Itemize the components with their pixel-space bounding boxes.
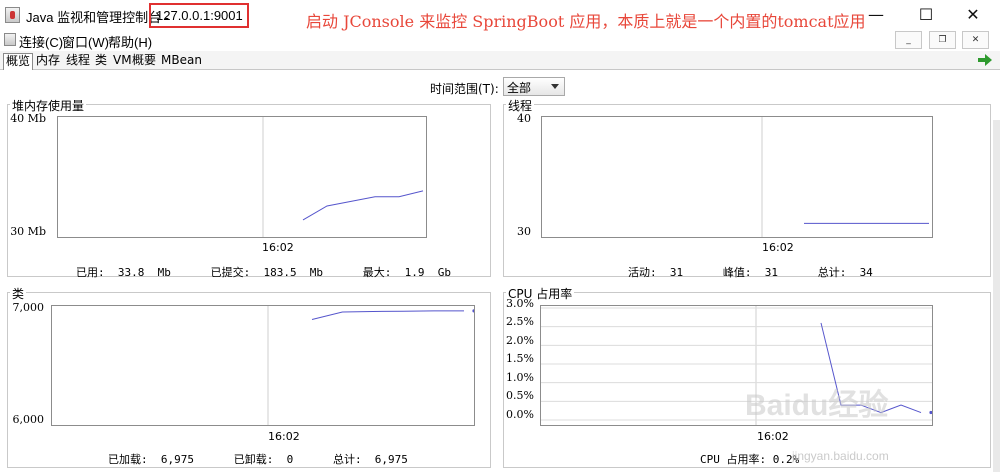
- classes-title: 类: [10, 285, 27, 302]
- heap-y-min-label: 30 Mb: [10, 225, 46, 238]
- window-title: Java 监视和管理控制台 -: [26, 10, 170, 25]
- tab-overview[interactable]: 概览: [3, 53, 34, 70]
- tab-bar: 概览 内存 线程 类 VM 概要 MBean: [0, 51, 1000, 70]
- cpu-y-tick-6: 0.0%: [506, 408, 534, 421]
- tab-memory[interactable]: 内存: [34, 53, 62, 70]
- internal-minimize-button[interactable]: _: [895, 31, 922, 49]
- classes-y-max-label: 7,000: [12, 301, 45, 314]
- internal-restore-button[interactable]: ❐: [929, 31, 956, 49]
- tab-classes[interactable]: 类: [93, 53, 109, 70]
- connection-address: 127.0.0.1:9001: [149, 3, 249, 28]
- detach-arrow-icon[interactable]: [978, 54, 992, 66]
- cpu-y-tick-1: 2.5%: [506, 315, 534, 328]
- maximize-button[interactable]: ☐: [911, 4, 941, 26]
- classes-x-label: 16:02: [268, 430, 300, 443]
- threads-y-max-label: 40: [517, 112, 531, 125]
- series-end-marker: [929, 410, 932, 415]
- annotation-note: 启动 JConsole 来监控 SpringBoot 应用，本质上就是一个内置的…: [306, 12, 866, 31]
- title-bar: Java 监视和管理控制台 - 127.0.0.1:9001 启动 JConso…: [0, 0, 1000, 31]
- heap-y-max-label: 40 Mb: [10, 112, 46, 125]
- cpu-x-label: 16:02: [757, 430, 789, 443]
- cpu-y-tick-4: 1.0%: [506, 371, 534, 384]
- window-menu-icon[interactable]: [4, 33, 16, 46]
- cpu-y-tick-2: 2.0%: [506, 334, 534, 347]
- minimize-button[interactable]: —: [861, 4, 891, 26]
- cpu-y-tick-3: 1.5%: [506, 352, 534, 365]
- cpu-y-tick-5: 0.5%: [506, 389, 534, 402]
- cpu-plot-area: CPU 占用率0.2%: [540, 305, 933, 426]
- tab-mbean[interactable]: MBean: [159, 53, 204, 70]
- heap-plot-area: 已用33,776,000: [57, 116, 427, 238]
- classes-chart-svg: 已加载6,975: [267, 306, 474, 425]
- threads-plot-area: 活动线程31: [541, 116, 933, 238]
- menu-connect[interactable]: 连接(C): [19, 32, 63, 51]
- series-end-marker: [472, 309, 474, 313]
- menu-window[interactable]: 窗口(W): [62, 32, 109, 51]
- threads-summary: 活动: 31 峰值: 31 总计: 34: [628, 266, 873, 279]
- tab-summary[interactable]: 概要: [130, 53, 158, 70]
- cpu-y-tick-0: 3.0%: [506, 297, 534, 310]
- classes-summary: 已加载: 6,975 已卸载: 0 总计: 6,975: [108, 453, 408, 466]
- java-app-icon: [5, 7, 20, 23]
- threads-chart-svg: 活动线程31: [761, 117, 929, 237]
- internal-close-button[interactable]: ✕: [962, 31, 989, 49]
- background-window-strip: [993, 120, 1000, 472]
- threads-y-min-label: 30: [517, 225, 531, 238]
- heap-x-label: 16:02: [262, 241, 294, 254]
- menu-bar: 连接(C) 窗口(W) 帮助(H): [0, 30, 1000, 50]
- tab-threads[interactable]: 线程: [64, 53, 92, 70]
- cpu-summary: CPU 占用率: 0.2%: [700, 453, 800, 466]
- series-line: [302, 190, 424, 221]
- heap-chart-svg: 已用33,776,000: [262, 117, 424, 237]
- series-line: [311, 310, 464, 320]
- time-range-label: 时间范围(T):: [430, 82, 499, 96]
- time-range-select[interactable]: 全部: [503, 77, 565, 96]
- cpu-chart-svg: CPU 占用率0.2%: [541, 306, 932, 425]
- series-line: [820, 322, 922, 414]
- classes-plot-area: 已加载6,975: [51, 305, 475, 426]
- baidu-watermark-url: jingyan.baidu.com: [792, 449, 889, 463]
- classes-y-min-label: 6,000: [12, 413, 45, 426]
- heap-summary: 已用: 33.8 Mb 已提交: 183.5 Mb 最大: 1.9 Gb: [76, 266, 452, 279]
- menu-help[interactable]: 帮助(H): [108, 32, 152, 51]
- close-button[interactable]: ✕: [958, 4, 988, 26]
- threads-x-label: 16:02: [762, 241, 794, 254]
